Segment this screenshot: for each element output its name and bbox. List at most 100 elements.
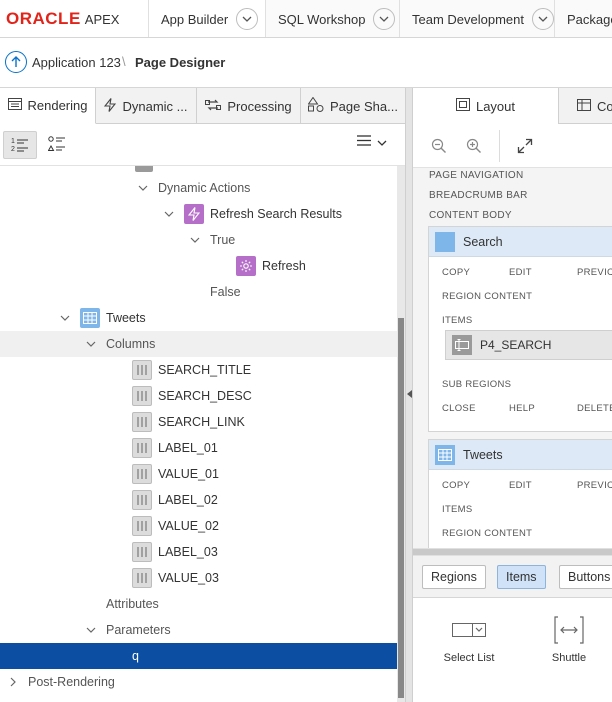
gallery-tab-regions[interactable]: Regions — [422, 565, 486, 589]
position-items[interactable]: ITEMS — [442, 315, 473, 326]
position-items[interactable]: ITEMS — [442, 504, 473, 515]
arrow-up-icon[interactable] — [5, 51, 27, 73]
nav-tab-label: SQL Workshop — [278, 11, 366, 27]
table-icon — [435, 444, 455, 465]
breadcrumb: Application 123 \ Page Designer — [0, 38, 612, 88]
tree-node-refresh-search-results[interactable]: Refresh Search Results — [0, 201, 397, 227]
chevron-down-icon[interactable] — [373, 8, 396, 30]
tab-page-shared[interactable]: Page Sha... — [301, 88, 405, 124]
tree-node-parameters[interactable]: Parameters — [0, 617, 397, 643]
region-search[interactable]: Search COPY EDIT PREVIC REGION CONTENT I… — [428, 226, 612, 432]
layout-horizontal-scrollbar[interactable] — [413, 548, 612, 556]
chevron-down-icon[interactable] — [189, 234, 201, 246]
item-p4-search[interactable]: P4_SEARCH — [445, 330, 612, 360]
nav-tab-sql-workshop[interactable]: SQL Workshop — [265, 0, 399, 37]
chevron-down-icon[interactable] — [59, 312, 71, 324]
column-icon — [132, 412, 152, 432]
component-view-button[interactable] — [40, 131, 74, 159]
menu-icon — [357, 134, 371, 149]
tree-node-column[interactable]: SEARCH_LINK — [0, 409, 397, 435]
position-page-navigation[interactable]: PAGE NAVIGATION — [429, 170, 524, 181]
tab-label: Processing — [227, 98, 292, 114]
position-close[interactable]: CLOSE — [442, 403, 476, 414]
column-icon — [132, 464, 152, 484]
tree-node-label: LABEL_01 — [158, 441, 218, 455]
chevron-down-icon[interactable] — [85, 338, 97, 350]
tab-processing[interactable]: Processing — [197, 88, 301, 124]
tree-node-column[interactable]: VALUE_01 — [0, 461, 397, 487]
tree-scrollbar[interactable] — [397, 166, 405, 702]
gallery-tab-items[interactable]: Items — [497, 565, 546, 589]
tree-node-label: Post-Rendering — [28, 675, 115, 689]
tree-node-column[interactable]: SEARCH_TITLE — [0, 357, 397, 383]
pane-splitter[interactable] — [405, 88, 413, 702]
chevron-down-icon[interactable] — [163, 208, 175, 220]
layout-toolbar — [413, 124, 612, 168]
tab-component-view[interactable]: Co — [577, 88, 612, 124]
gallery-item-select-list[interactable]: Select List — [434, 614, 504, 664]
logo-brand: ORACLE — [6, 9, 81, 28]
nav-tab-packages[interactable]: Package — [554, 0, 612, 37]
position-sub-regions[interactable]: SUB REGIONS — [442, 379, 511, 390]
position-edit[interactable]: EDIT — [509, 480, 532, 491]
region-tweets[interactable]: Tweets COPY EDIT PREVIC ITEMS REGION CON… — [428, 439, 612, 548]
execution-order-view-button[interactable]: 12 — [3, 131, 37, 159]
position-delete[interactable]: DELETE — [577, 403, 612, 414]
zoom-out-icon[interactable] — [429, 136, 449, 156]
shapes-icon — [307, 96, 324, 115]
chevron-right-icon[interactable] — [7, 676, 19, 688]
gallery-item-shuttle[interactable]: Shuttle — [534, 614, 604, 664]
tree-menu-button[interactable] — [357, 134, 387, 149]
tree-node-refresh-action[interactable]: Refresh — [0, 253, 397, 279]
tree-node-column[interactable]: LABEL_02 — [0, 487, 397, 513]
svg-text:2: 2 — [11, 146, 15, 152]
tree-node-attributes[interactable]: Attributes — [0, 591, 397, 617]
column-icon — [132, 438, 152, 458]
position-breadcrumb-bar[interactable]: BREADCRUMB BAR — [429, 190, 528, 201]
region-header[interactable]: Search — [429, 227, 612, 257]
scrollbar-thumb[interactable] — [398, 318, 404, 698]
tab-dynamic-actions[interactable]: Dynamic ... — [96, 88, 197, 124]
tree-node-columns[interactable]: Columns — [0, 331, 397, 357]
zoom-in-icon[interactable] — [464, 136, 484, 156]
tree-node-label: True — [210, 233, 236, 247]
tree-node-true[interactable]: True — [0, 227, 397, 253]
item-name: P4_SEARCH — [480, 338, 552, 352]
tree-node-column[interactable]: VALUE_02 — [0, 513, 397, 539]
position-edit[interactable]: EDIT — [509, 267, 532, 278]
position-copy[interactable]: COPY — [442, 480, 470, 491]
tab-rendering[interactable]: Rendering — [0, 88, 96, 124]
tree-node-column[interactable]: LABEL_03 — [0, 539, 397, 565]
position-previous[interactable]: PREVIC — [577, 267, 612, 278]
collapse-arrow-icon[interactable] — [407, 390, 412, 398]
chevron-down-icon[interactable] — [85, 624, 97, 636]
tree-node-dynamic-actions[interactable]: Dynamic Actions — [0, 175, 397, 201]
oracle-apex-logo[interactable]: ORACLE APEX — [6, 9, 119, 28]
nav-tab-team-development[interactable]: Team Development — [399, 0, 554, 37]
chevron-down-icon[interactable] — [236, 8, 259, 30]
tree-node-parameter-q[interactable]: q — [0, 643, 397, 669]
tree-node-column[interactable]: SEARCH_DESC — [0, 383, 397, 409]
tab-layout[interactable]: Layout — [413, 88, 559, 124]
tree-node-label: LABEL_03 — [158, 545, 218, 559]
tree-node-column[interactable]: VALUE_03 — [0, 565, 397, 591]
position-previous[interactable]: PREVIC — [577, 480, 612, 491]
scrollbar-thumb[interactable] — [413, 549, 612, 555]
tree-node-post-rendering[interactable]: Post-Rendering — [0, 669, 397, 695]
tree-toolbar: 12 — [0, 124, 405, 166]
region-header[interactable]: Tweets — [429, 440, 612, 470]
tree-node-tweets-region[interactable]: Tweets — [0, 305, 397, 331]
position-content-body[interactable]: CONTENT BODY — [429, 210, 512, 221]
breadcrumb-application-link[interactable]: Application 123 — [32, 55, 121, 70]
chevron-down-icon[interactable] — [137, 182, 149, 194]
position-help[interactable]: HELP — [509, 403, 535, 414]
expand-icon[interactable] — [515, 136, 535, 156]
gallery-tab-buttons[interactable]: Buttons — [559, 565, 612, 589]
tree-node-false[interactable]: False — [0, 279, 397, 305]
tree-node-column[interactable]: LABEL_01 — [0, 435, 397, 461]
chevron-down-icon[interactable] — [532, 8, 554, 30]
position-copy[interactable]: COPY — [442, 267, 470, 278]
position-region-content[interactable]: REGION CONTENT — [442, 291, 532, 302]
position-region-content[interactable]: REGION CONTENT — [442, 528, 532, 539]
nav-tab-app-builder[interactable]: App Builder — [148, 0, 265, 37]
